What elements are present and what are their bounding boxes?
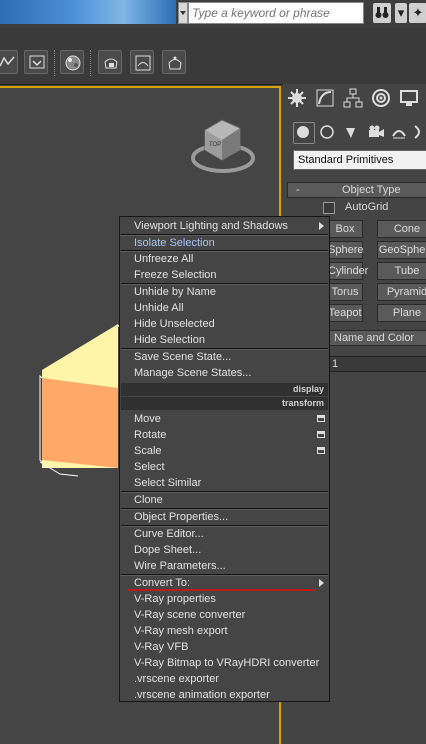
space-warps-icon[interactable] (413, 124, 426, 143)
sphere-button[interactable]: Sphere (327, 241, 363, 259)
lights-icon[interactable] (343, 124, 359, 143)
menu-item-clone[interactable]: Clone (134, 492, 163, 508)
hierarchy-tab-icon[interactable] (343, 88, 365, 110)
toolbar-separator (90, 50, 93, 76)
motion-tab-icon[interactable] (371, 88, 393, 110)
pyramid-button[interactable]: Pyramid (377, 283, 426, 301)
menu-item-dope-sheet[interactable]: Dope Sheet... (134, 542, 201, 558)
geometry-icon[interactable] (293, 122, 315, 144)
menu-item-vrscene-exporter[interactable]: .vrscene exporter (134, 671, 219, 687)
settings-box-icon[interactable] (317, 447, 325, 454)
tube-button[interactable]: Tube (377, 262, 426, 280)
box-button[interactable]: Box (327, 220, 363, 238)
torus-button[interactable]: Torus (327, 283, 363, 301)
svg-text:TOP: TOP (209, 142, 221, 148)
menu-item-unfreeze-all[interactable]: Unfreeze All (134, 251, 193, 267)
menu-item-manage-scene-states[interactable]: Manage Scene States... (134, 365, 251, 381)
rollout-title: Name and Color (334, 332, 415, 344)
curve-editor-icon[interactable] (0, 50, 18, 74)
modify-tab-icon[interactable] (315, 88, 337, 110)
helpers-icon[interactable] (391, 124, 407, 143)
settings-box-icon[interactable] (317, 431, 325, 438)
viewcube-icon[interactable]: TOP (191, 119, 255, 173)
geosphere-button[interactable]: GeoSphere (377, 241, 426, 259)
cone-button[interactable]: Cone (377, 220, 426, 238)
settings-box-icon[interactable] (317, 415, 325, 422)
menu-item-unhide-by-name[interactable]: Unhide by Name (134, 284, 216, 300)
cylinder-button[interactable]: Cylinder (327, 262, 368, 280)
star-icon[interactable]: ✦ (409, 3, 426, 23)
menu-item-freeze-selection[interactable]: Freeze Selection (134, 267, 217, 283)
create-tab-icon[interactable] (287, 88, 309, 110)
autogrid-label: AutoGrid (345, 201, 389, 213)
menu-item-select-similar[interactable]: Select Similar (134, 475, 201, 491)
shapes-icon[interactable] (319, 124, 335, 143)
submenu-arrow-icon (319, 579, 324, 587)
quad-header-transform: transform (121, 397, 328, 410)
display-tab-icon[interactable] (399, 88, 421, 110)
object-category-dropdown[interactable]: Standard Primitives (293, 150, 426, 170)
box-object[interactable] (39, 324, 120, 477)
render-production-icon[interactable] (162, 50, 186, 74)
search-box[interactable] (188, 2, 364, 24)
object-name-field[interactable]: 1 (327, 356, 426, 372)
menu-item-vray-bitmap-converter[interactable]: V-Ray Bitmap to VRayHDRI converter (134, 655, 319, 671)
rendered-frame-window-icon[interactable] (130, 50, 154, 74)
menu-item-vrscene-animation-exporter[interactable]: .vrscene animation exporter (134, 687, 270, 703)
menu-item-vray-scene-converter[interactable]: V-Ray scene converter (134, 607, 245, 623)
ribbon-background (0, 0, 176, 24)
collapse-icon: - (296, 184, 300, 196)
plane-button[interactable]: Plane (377, 304, 426, 322)
render-setup-icon[interactable] (98, 50, 122, 74)
autogrid-checkbox[interactable] (323, 202, 335, 214)
search-input[interactable] (192, 4, 360, 22)
teapot-button[interactable]: Teapot (327, 304, 363, 322)
rollout-title: Object Type (342, 184, 401, 196)
binoculars-icon[interactable] (373, 3, 391, 23)
schematic-view-icon[interactable] (24, 50, 48, 74)
menu-item-viewport-lighting[interactable]: Viewport Lighting and Shadows (134, 218, 288, 234)
chevron-down-icon[interactable]: ▾ (395, 3, 407, 23)
main-toolbar (0, 28, 426, 85)
menu-item-hide-selection[interactable]: Hide Selection (134, 332, 205, 348)
menu-item-move[interactable]: Move (134, 411, 161, 427)
search-dropdown-button[interactable] (178, 2, 188, 24)
menu-item-select[interactable]: Select (134, 459, 165, 475)
cameras-icon[interactable] (367, 124, 385, 143)
quad-header-display: display (121, 383, 328, 396)
quad-context-menu: Viewport Lighting and Shadows Isolate Se… (119, 216, 330, 702)
menu-item-vray-mesh-export[interactable]: V-Ray mesh export (134, 623, 228, 639)
menu-item-save-scene-state[interactable]: Save Scene State... (134, 349, 231, 365)
object-type-rollout-header[interactable]: - Object Type (287, 182, 426, 198)
menu-item-hide-unselected[interactable]: Hide Unselected (134, 316, 215, 332)
submenu-arrow-icon (319, 222, 324, 230)
menu-item-isolate-selection[interactable]: Isolate Selection (134, 235, 215, 251)
menu-item-vray-properties[interactable]: V-Ray properties (134, 591, 216, 607)
material-editor-icon[interactable] (60, 50, 84, 74)
menu-item-rotate[interactable]: Rotate (134, 427, 166, 443)
menu-item-curve-editor[interactable]: Curve Editor... (134, 526, 204, 542)
menu-item-object-properties[interactable]: Object Properties... (134, 509, 228, 525)
menu-item-vray-vfb[interactable]: V-Ray VFB (134, 639, 188, 655)
menu-item-scale[interactable]: Scale (134, 443, 162, 459)
toolbar-separator (54, 50, 57, 76)
menu-item-wire-parameters[interactable]: Wire Parameters... (134, 558, 226, 574)
menu-item-unhide-all[interactable]: Unhide All (134, 300, 184, 316)
